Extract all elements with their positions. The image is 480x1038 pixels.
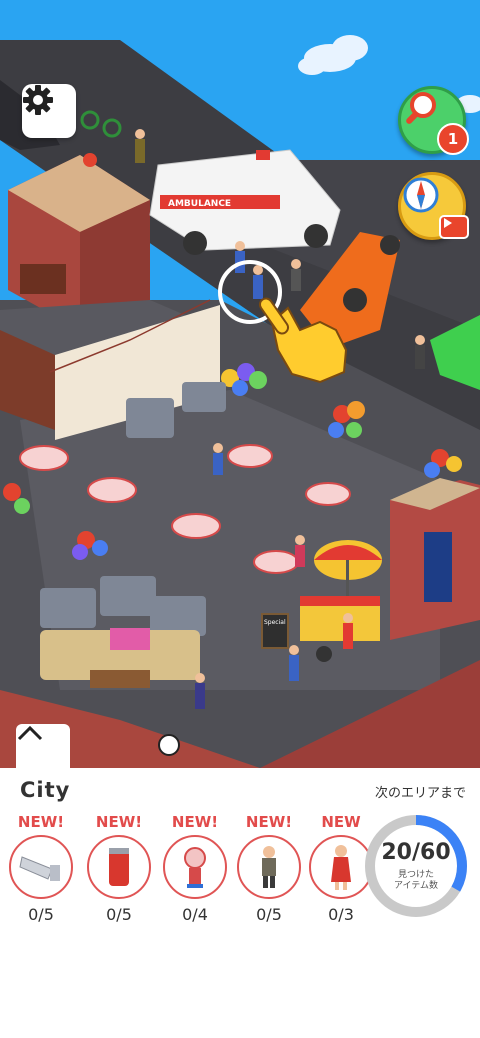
item-slot[interactable]: NEW! 0/4 <box>160 812 230 924</box>
item-icon-circle <box>87 835 151 899</box>
soda-can-icon <box>109 848 129 886</box>
hint-count-badge: 1 <box>437 123 469 155</box>
woman-red-dress-icon <box>331 845 351 890</box>
new-label: NEW! <box>95 813 143 831</box>
magnifier-icon <box>406 92 436 124</box>
area-progress-ring: 20/60 見つけた アイテム数 <box>362 812 470 920</box>
area-title: City <box>20 778 71 802</box>
hint-button[interactable]: 1 <box>398 86 469 155</box>
cloud <box>298 35 368 75</box>
settings-button[interactable] <box>22 84 76 138</box>
item-slot[interactable]: NEW! 0/5 <box>6 812 76 924</box>
lounge-couch <box>40 628 200 688</box>
item-count: 0/5 <box>106 905 132 924</box>
item-slot[interactable]: NEW! 0/5 <box>234 812 304 924</box>
next-area-label: 次のエリアまで <box>374 786 466 801</box>
old-man-icon <box>262 846 276 888</box>
expand-panel-button[interactable] <box>16 724 70 768</box>
compass-icon <box>403 177 439 213</box>
gear-icon <box>23 85 53 115</box>
compass-button[interactable] <box>398 172 469 240</box>
item-icon-circle <box>9 835 73 899</box>
progress-ring-graphic <box>365 815 467 917</box>
sign-text: Special <box>264 619 286 626</box>
item-slot[interactable]: NEW! 0/5 <box>84 812 154 924</box>
item-count: 0/5 <box>28 905 54 924</box>
cctv-camera-icon <box>19 856 60 881</box>
right-building <box>390 478 480 640</box>
new-label: NEW! <box>17 813 65 831</box>
item-icon-circle <box>163 835 227 899</box>
scene-scroll-handle[interactable] <box>158 734 180 756</box>
video-play-icon <box>439 215 469 239</box>
item-panel: City 次のエリアまで NEW! 0/5 NEW! 0/5 NEW! 0/4 … <box>0 768 480 1038</box>
game-scene[interactable]: AMBULANCE Special 1 <box>0 0 480 768</box>
item-icon-circle <box>237 835 301 899</box>
item-count: 0/5 <box>256 905 282 924</box>
new-label: NEW! <box>245 813 293 831</box>
progress-caption: 見つけた アイテム数 <box>362 870 470 892</box>
progress-value: 20/60 <box>381 840 451 865</box>
progress-caption-line2: アイテム数 <box>393 881 439 891</box>
chevron-up-icon <box>17 725 43 741</box>
progress-caption-line1: 見つけた <box>397 870 434 880</box>
new-label: NEW! <box>171 813 219 831</box>
gumball-machine-icon <box>184 847 206 888</box>
item-count: 0/4 <box>182 905 208 924</box>
chalkboard-sign: Special <box>261 613 289 649</box>
ambulance-label: AMBULANCE <box>168 199 231 209</box>
